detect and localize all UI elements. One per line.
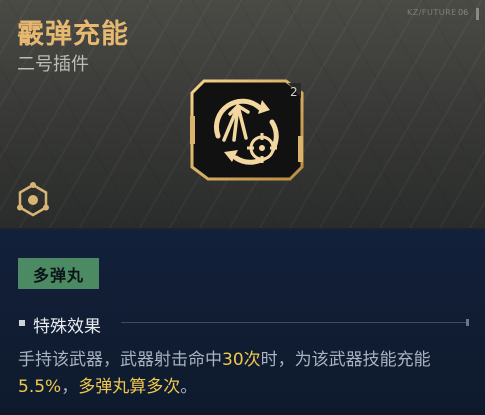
item-name: 霰弹充能 bbox=[17, 19, 129, 50]
corner-bar bbox=[476, 8, 479, 20]
desc-text-2: 时，为该武器技能充能 bbox=[260, 350, 431, 370]
item-header-panel: 霰弹充能 二号插件 KZ/FUTURE 06 2 bbox=[0, 0, 485, 228]
item-type: 二号插件 bbox=[17, 54, 89, 75]
level-badge: 2 bbox=[290, 85, 298, 99]
set-badge: 多弹丸 bbox=[18, 258, 99, 289]
desc-text-1: 手持该武器，武器射击命中 bbox=[18, 350, 222, 370]
corner-number: 06 bbox=[458, 8, 469, 17]
effect-title: 特殊效果 bbox=[33, 317, 101, 337]
desc-text-4: 。 bbox=[180, 377, 198, 397]
section-divider-end bbox=[466, 319, 469, 326]
hexagon-node-icon bbox=[17, 182, 49, 217]
section-marker bbox=[19, 320, 25, 326]
effect-description: 手持该武器，武器射击命中30次时，为该武器技能充能 5.5%，多弹丸算多次。 bbox=[18, 347, 478, 401]
desc-charge-percent: 5.5% bbox=[18, 377, 62, 397]
shotgun-charge-icon: 2 bbox=[190, 79, 304, 181]
desc-multi-pellet: 多弹丸算多次 bbox=[78, 377, 181, 397]
corner-tag: KZ/FUTURE bbox=[407, 8, 457, 17]
section-divider-line bbox=[121, 322, 468, 323]
desc-text-3: ， bbox=[61, 377, 79, 397]
desc-hit-count: 30次 bbox=[222, 350, 261, 370]
